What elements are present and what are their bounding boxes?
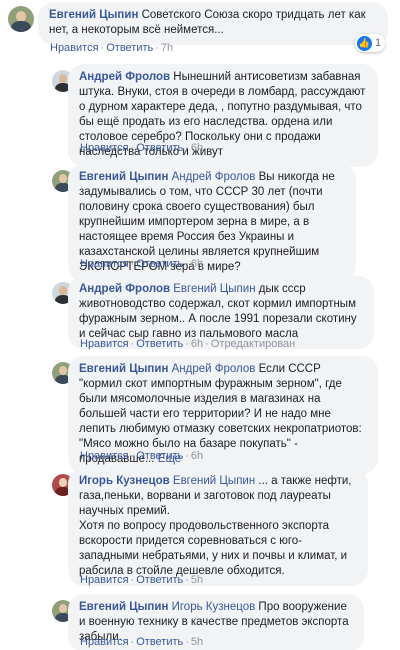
comment-mention[interactable]: Игорь Кузнецов: [172, 601, 256, 613]
comment-author[interactable]: Андрей Фролов: [79, 283, 170, 295]
comment-actions: Нравится · Ответить · 6h · Отредактирован: [80, 338, 296, 350]
reaction-count[interactable]: 👍 1: [355, 34, 386, 52]
comment-author[interactable]: Евгений Цыпин: [79, 363, 168, 375]
comment-author[interactable]: Андрей Фролов: [79, 71, 170, 83]
like-button[interactable]: Нравится: [50, 42, 99, 54]
avatar[interactable]: [8, 6, 34, 32]
like-button[interactable]: Нравится: [80, 258, 129, 270]
comment-actions: Нравится · Ответить · 6h: [80, 450, 204, 462]
comment-mention[interactable]: Андрей Фролов: [172, 363, 256, 375]
edited-label[interactable]: Отредактирован: [211, 338, 295, 350]
comment-bubble: Игорь Кузнецов Евгений Цыпин ... а также…: [68, 468, 368, 586]
like-button[interactable]: Нравится: [80, 450, 129, 462]
reply-button[interactable]: Ответить: [136, 574, 183, 586]
comment-mention[interactable]: Андрей Фролов: [172, 171, 256, 183]
like-button[interactable]: Нравится: [80, 636, 129, 648]
timestamp[interactable]: 5h: [191, 636, 203, 648]
reply-button[interactable]: Ответить: [136, 338, 183, 350]
comment-actions: Нравится · Ответить · 6h: [80, 142, 204, 154]
timestamp[interactable]: 6h: [191, 450, 203, 462]
reply-button[interactable]: Ответить: [136, 450, 183, 462]
comment-actions: Нравится · Ответить · 6h: [80, 258, 204, 270]
comment-author[interactable]: Игорь Кузнецов: [79, 475, 170, 487]
reply-button[interactable]: Ответить: [106, 42, 153, 54]
comment-author[interactable]: Евгений Цыпин: [49, 9, 138, 21]
reply-button[interactable]: Ответить: [136, 636, 183, 648]
reply-button[interactable]: Ответить: [136, 142, 183, 154]
timestamp[interactable]: 6h: [191, 338, 203, 350]
like-icon: 👍: [357, 35, 372, 51]
comment-author[interactable]: Евгений Цыпин: [79, 171, 168, 183]
comment-author[interactable]: Евгений Цыпин: [79, 601, 168, 613]
comment-text-paragraph: Хотя по вопросу продовольственного экспо…: [79, 520, 348, 577]
comment-actions: Нравится · Ответить · 5h: [80, 574, 204, 586]
like-button[interactable]: Нравится: [80, 574, 129, 586]
comment-actions: Нравится · Ответить · 7h: [50, 42, 174, 54]
timestamp[interactable]: 5h: [191, 574, 203, 586]
like-button[interactable]: Нравится: [80, 142, 129, 154]
comment-actions: Нравится · Ответить · 5h: [80, 636, 204, 648]
timestamp[interactable]: 6h: [191, 142, 203, 154]
reaction-number: 1: [375, 37, 382, 49]
comment-mention[interactable]: Евгений Цыпин: [173, 283, 255, 295]
comment-mention[interactable]: Евгений Цыпин: [173, 475, 255, 487]
timestamp[interactable]: 7h: [161, 42, 173, 54]
comment-bubble: Евгений Цыпин Советского Союза скоро три…: [38, 2, 388, 45]
reply-button[interactable]: Ответить: [136, 258, 183, 270]
like-button[interactable]: Нравится: [80, 338, 129, 350]
timestamp[interactable]: 6h: [191, 258, 203, 270]
